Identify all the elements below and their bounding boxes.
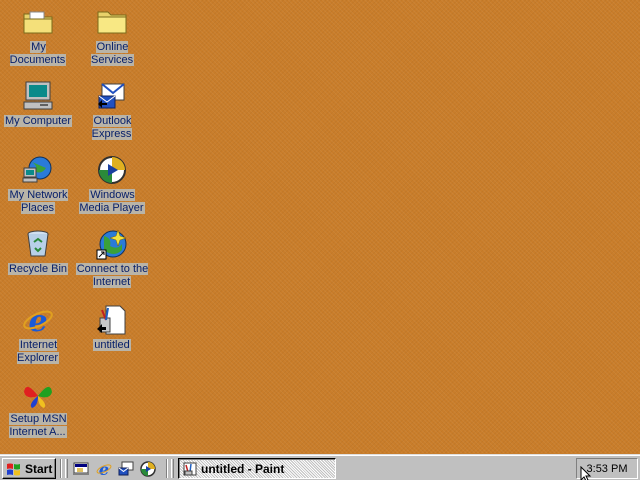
icon-label: My Computer <box>3 115 73 127</box>
taskbar-separator <box>166 459 168 478</box>
my-computer-desktop-icon[interactable]: My Computer <box>0 78 76 128</box>
taskbar: Start e untitled - Paint 3:53 PM <box>0 454 640 480</box>
icon-label: Online Services <box>91 41 135 66</box>
network-places-icon <box>22 154 54 186</box>
icon-label: Internet Explorer <box>17 339 59 364</box>
task-button-paint[interactable]: untitled - Paint <box>178 458 336 479</box>
online-services-desktop-icon[interactable]: Online Services <box>74 4 150 67</box>
start-button[interactable]: Start <box>2 458 56 479</box>
outlook-express-icon[interactable] <box>117 460 135 477</box>
svg-text:e: e <box>99 461 109 477</box>
connect-to-internet-desktop-icon[interactable]: Connect to the Internet <box>74 226 150 289</box>
paint-document-icon <box>96 304 128 336</box>
my-network-places-desktop-icon[interactable]: My Network Places <box>0 152 76 215</box>
icon-label: My Documents <box>9 41 67 66</box>
icon-label: My Network Places <box>8 189 68 214</box>
untitled-paint-desktop-icon[interactable]: untitled <box>74 302 150 352</box>
outlook-express-desktop-icon[interactable]: Outlook Express <box>74 78 150 141</box>
quick-launch-grip[interactable] <box>65 459 68 478</box>
icon-label: Outlook Express <box>91 115 133 140</box>
outlook-express-icon <box>96 80 128 112</box>
media-player-icon <box>96 154 128 186</box>
my-documents-desktop-icon[interactable]: My Documents <box>0 4 76 67</box>
internet-explorer-icon[interactable]: e <box>95 460 113 477</box>
icon-label: Setup MSN Internet A... <box>9 413 67 438</box>
taskbar-separator <box>60 459 62 478</box>
mouse-cursor-icon <box>580 466 592 480</box>
show-desktop-icon[interactable] <box>72 460 90 477</box>
icon-label: untitled <box>93 339 131 351</box>
recycle-bin-desktop-icon[interactable]: Recycle Bin <box>0 226 76 276</box>
icon-label: Connect to the Internet <box>75 263 149 288</box>
folder-icon <box>96 6 128 38</box>
setup-msn-desktop-icon[interactable]: Setup MSN Internet A... <box>0 376 76 439</box>
computer-icon <box>22 80 54 112</box>
paint-icon <box>183 462 197 476</box>
internet-explorer-icon: e <box>22 304 54 336</box>
clock[interactable]: 3:53 PM <box>587 463 628 475</box>
recycle-bin-icon <box>22 228 54 260</box>
icon-label: Windows Media Player <box>79 189 145 214</box>
globe-connect-icon <box>96 228 128 260</box>
windows-media-player-desktop-icon[interactable]: Windows Media Player <box>74 152 150 215</box>
msn-butterfly-icon <box>22 378 54 410</box>
folder-icon <box>22 6 54 38</box>
internet-explorer-desktop-icon[interactable]: e Internet Explorer <box>0 302 76 365</box>
desktop: My Documents Online Services My Computer <box>0 0 640 454</box>
icon-label: Recycle Bin <box>7 263 69 275</box>
media-player-icon[interactable] <box>139 460 157 477</box>
svg-text:e: e <box>28 304 47 336</box>
windows-logo-icon <box>6 462 22 476</box>
start-label: Start <box>25 461 53 476</box>
task-area-grip[interactable] <box>171 459 174 478</box>
task-button-label: untitled - Paint <box>201 461 285 476</box>
